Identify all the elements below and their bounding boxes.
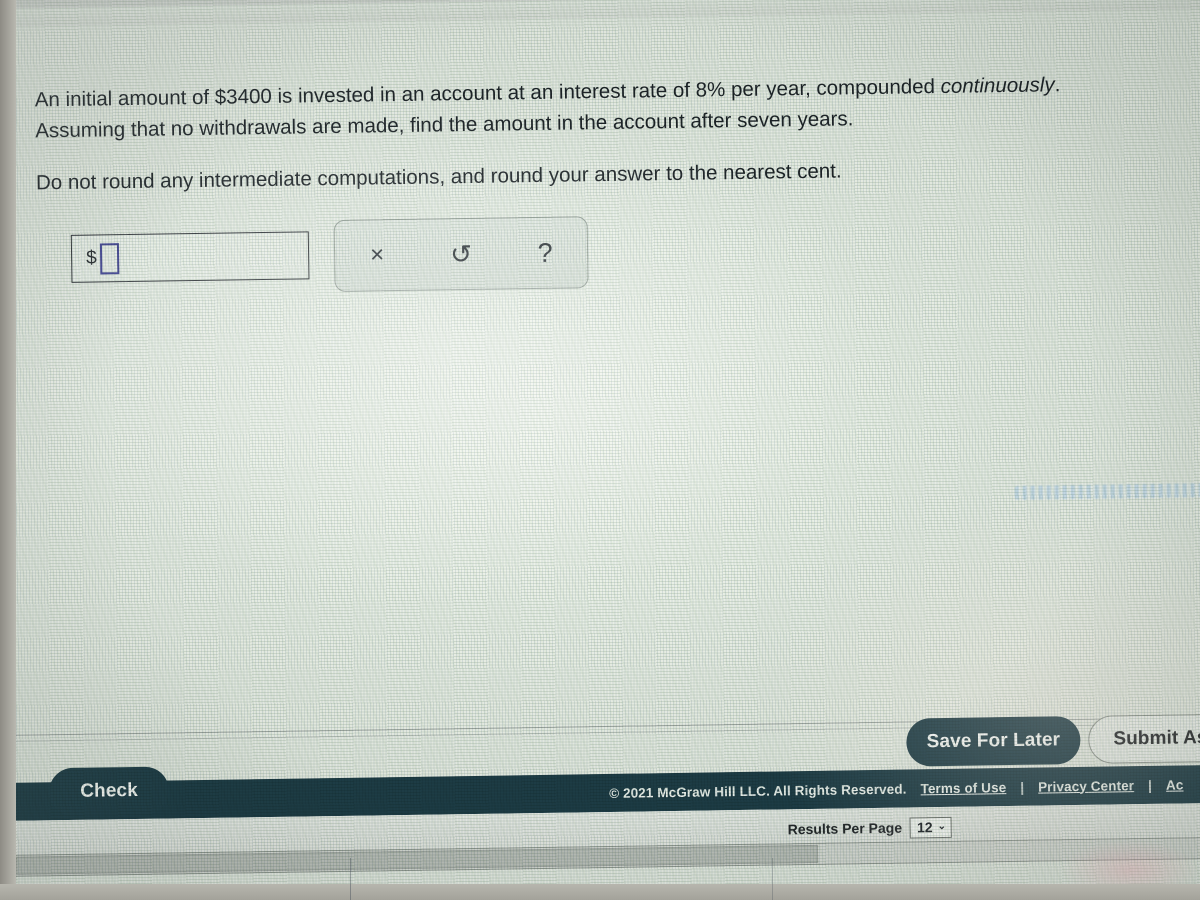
screen-content: 1 2 3 4 5 6 7 8 9 ✓ 10 ✓ 11 An initial a… [0,0,1200,900]
clear-icon[interactable]: × [335,241,419,268]
footer-separator-2: | [1147,777,1153,793]
terms-of-use-link[interactable]: Terms of Use [920,780,1006,796]
problem-line-1-period: . [1054,73,1061,97]
undo-icon[interactable]: ↺ [419,239,503,269]
results-per-page-value: 12 [916,818,933,835]
problem-statement: An initial amount of $3400 is invested i… [35,68,1127,198]
monitor-bezel-left [0,0,16,900]
check-button[interactable]: Check [48,766,170,817]
results-per-page-select[interactable]: 12 ⌄ [909,816,953,839]
math-tool-panel: × ↺ ? [333,216,589,292]
answer-input[interactable]: $ [70,231,310,283]
save-for-later-button[interactable]: Save For Later [906,715,1081,767]
problem-rounding-instruction: Do not round any intermediate computatio… [35,159,842,195]
desk-surface [0,884,1200,900]
problem-panel: An initial amount of $3400 is invested i… [0,0,1200,709]
results-per-page-label: Results Per Page [787,819,903,838]
answer-blank-field[interactable] [99,242,119,274]
photographed-monitor: 1 2 3 4 5 6 7 8 9 ✓ 10 ✓ 11 An initial a… [0,0,1200,900]
currency-symbol: $ [85,247,97,269]
footer-separator-1: | [1020,779,1025,795]
screen-reflection-artifact [1014,482,1200,500]
submit-assignment-button[interactable]: Submit Assi [1088,713,1200,764]
desk-edge-line-1 [350,858,351,900]
help-icon[interactable]: ? [503,237,587,267]
privacy-center-link[interactable]: Privacy Center [1038,778,1134,794]
copyright-text: © 2021 McGraw Hill LLC. All Rights Reser… [609,781,907,801]
problem-emphasis-continuously: continuously [940,73,1055,98]
desk-edge-line-2 [772,858,773,900]
accessibility-link[interactable]: Ac [1166,777,1184,792]
chevron-down-icon: ⌄ [937,820,947,833]
